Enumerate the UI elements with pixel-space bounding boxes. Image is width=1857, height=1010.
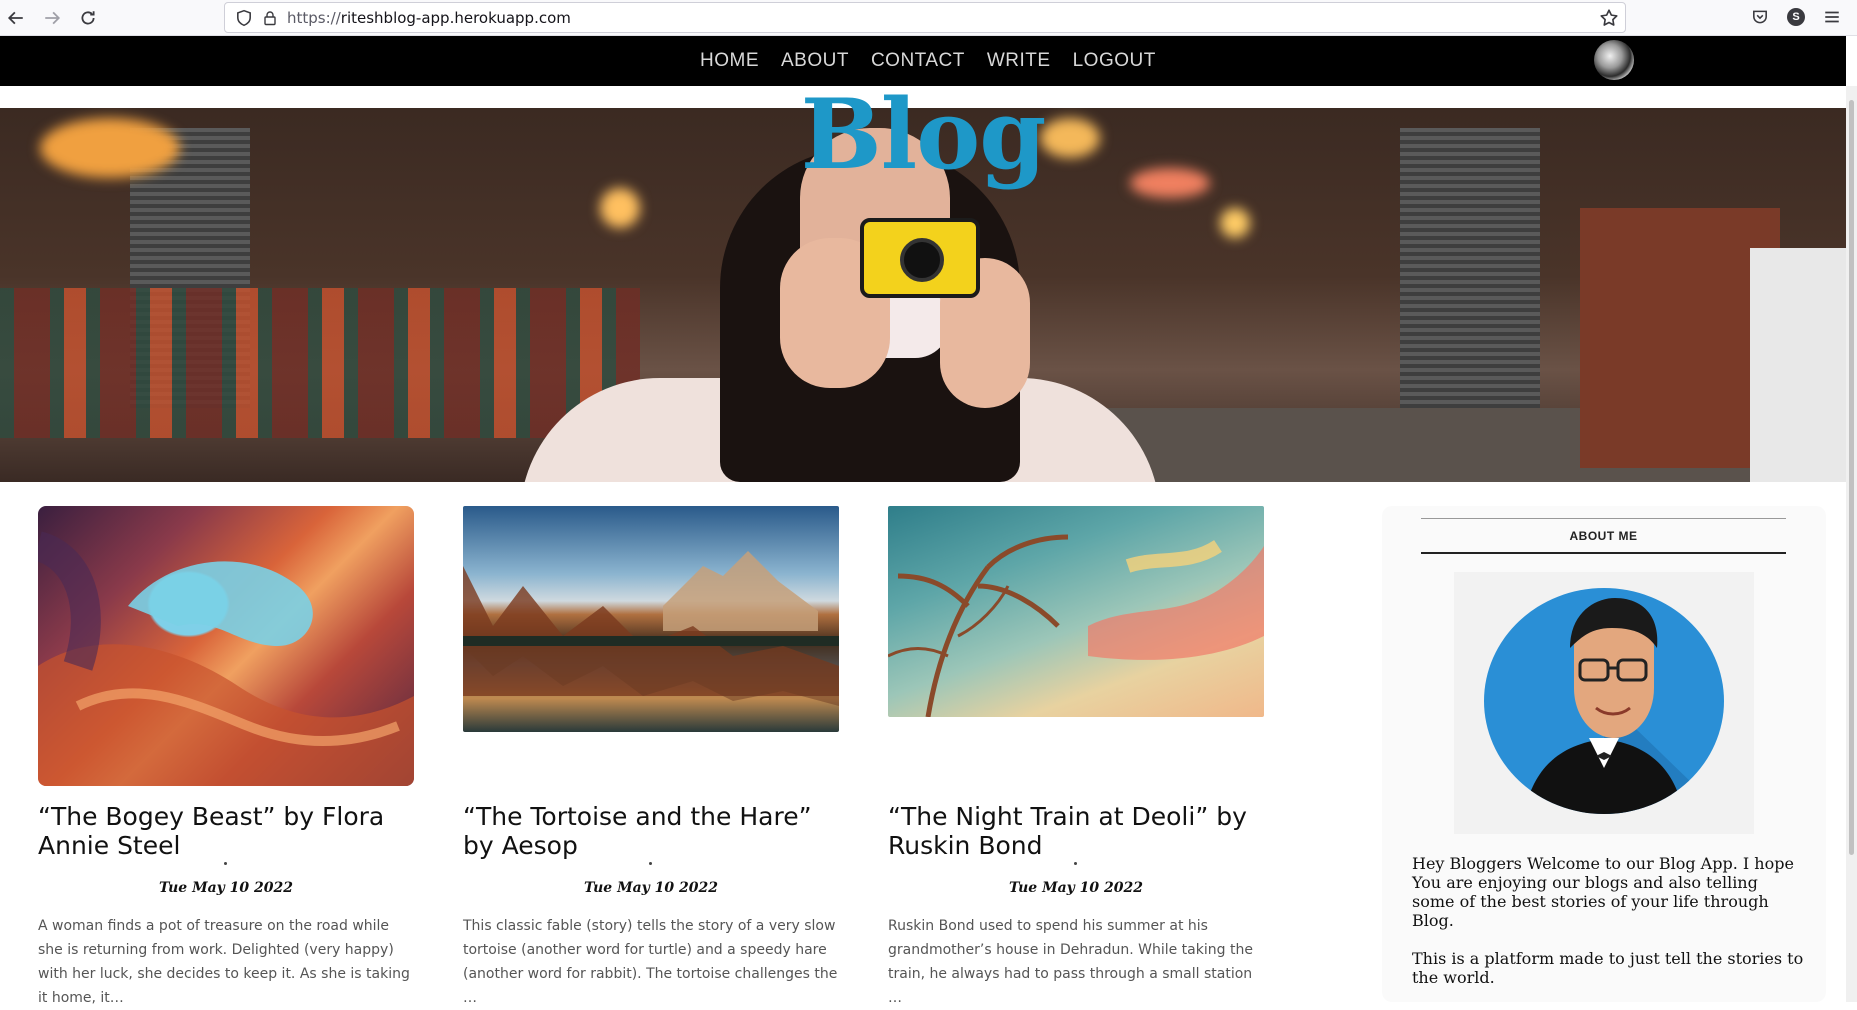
- canyon-image: [38, 531, 414, 786]
- account-button[interactable]: S: [1785, 6, 1807, 28]
- nav-home[interactable]: HOME: [700, 50, 759, 72]
- post-date: Tue May 10 2022: [584, 880, 718, 896]
- hero-title: Blog: [800, 78, 1047, 191]
- pocket-button[interactable]: [1749, 6, 1771, 28]
- url-scheme: https://: [287, 9, 341, 27]
- post-image[interactable]: [463, 506, 839, 732]
- sidebar-title: ABOUT ME: [1569, 529, 1638, 543]
- scrollbar-thumb[interactable]: [1849, 100, 1854, 855]
- page-scrollbar[interactable]: [1846, 86, 1857, 1002]
- profile-avatar[interactable]: [1594, 40, 1634, 80]
- author-avatar: [1484, 588, 1724, 814]
- menu-icon: [1825, 11, 1839, 23]
- nav-menu: HOME ABOUT CONTACT WRITE LOGOUT: [700, 50, 1156, 72]
- nav-contact[interactable]: CONTACT: [871, 50, 965, 72]
- url-host: riteshblog-app.herokuapp.com: [340, 9, 571, 27]
- sidebar-paragraph: Hey Bloggers Welcome to our Blog App. I …: [1412, 854, 1794, 930]
- sidebar-about-text: Hey Bloggers Welcome to our Blog App. I …: [1412, 854, 1804, 987]
- nav-write[interactable]: WRITE: [987, 50, 1051, 72]
- post-title[interactable]: “The Tortoise and the Hare” by Aesop: [463, 802, 839, 860]
- reload-button[interactable]: [74, 4, 102, 32]
- star-icon[interactable]: [1599, 8, 1619, 28]
- post-date: Tue May 10 2022: [1009, 880, 1143, 896]
- sidebar-title-box: ABOUT ME: [1421, 518, 1786, 554]
- back-icon: [7, 11, 23, 25]
- post-title[interactable]: “The Bogey Beast” by Flora Annie Steel: [38, 802, 414, 860]
- sidebar: ABOUT ME Hey Bloggers Welcome to our Blo…: [1382, 506, 1826, 1002]
- post-title[interactable]: “The Night Train at Deoli” by Ruskin Bon…: [888, 802, 1264, 860]
- post-excerpt: Ruskin Bond used to spend his summer at …: [888, 918, 1253, 1006]
- browser-toolbar: https://riteshblog-app.herokuapp.com S: [0, 0, 1857, 36]
- url-bar[interactable]: https://riteshblog-app.herokuapp.com: [224, 2, 1626, 33]
- back-button[interactable]: [2, 4, 30, 32]
- post-divider-dot: [1074, 862, 1077, 865]
- nav-logout[interactable]: LOGOUT: [1073, 50, 1156, 72]
- account-avatar: S: [1787, 8, 1805, 26]
- nav-about[interactable]: ABOUT: [781, 50, 849, 72]
- tree-sky-image: [888, 534, 1264, 717]
- post-excerpt: This classic fable (story) tells the sto…: [463, 918, 838, 1006]
- forward-icon: [45, 11, 61, 25]
- sidebar-paragraph: This is a platform made to just tell the…: [1412, 949, 1804, 987]
- menu-button[interactable]: [1821, 6, 1843, 28]
- post-divider-dot: [649, 862, 652, 865]
- mountain-lake-image: [463, 551, 839, 706]
- pocket-icon: [1753, 10, 1767, 24]
- url-text[interactable]: https://riteshblog-app.herokuapp.com: [287, 9, 571, 27]
- post-image[interactable]: [38, 506, 414, 786]
- author-cartoon-image: [1524, 598, 1724, 814]
- hero-railing: [0, 288, 640, 438]
- post-date: Tue May 10 2022: [159, 880, 293, 896]
- post-image[interactable]: [888, 506, 1264, 717]
- reload-icon: [81, 11, 95, 25]
- lock-icon[interactable]: [262, 9, 278, 27]
- shield-icon[interactable]: [235, 9, 253, 27]
- post-divider-dot: [224, 862, 227, 865]
- post-excerpt: A woman finds a pot of treasure on the r…: [38, 918, 410, 1006]
- forward-button[interactable]: [38, 4, 66, 32]
